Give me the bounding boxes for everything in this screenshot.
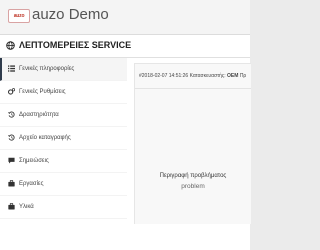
sidebar-item-tasks[interactable]: Εργασίες [0,173,127,196]
sidebar-item-activity[interactable]: Δραστηριότητα [0,104,127,127]
problem-description-label: Περιγραφή προβλήματος [159,173,227,179]
sidebar-item-materials[interactable]: Υλικά [0,196,127,219]
service-details-panel: ΛΕΠΤΟΜΕΡΕΙΕΣ SERVICE Γενικές πληροφορίες… [0,35,251,250]
sidebar-item-label: Γενικές πληροφορίες [19,66,75,72]
top-bar: auzo auzo Demo [0,0,250,35]
sidebar-item-general-info[interactable]: Γενικές πληροφορίες [0,58,127,81]
app-title: auzo Demo [32,6,109,23]
history-icon [8,111,15,118]
record-suffix: Πρ [239,73,247,79]
record-summary: #2018-02-07 14:51:26 Κατασκευαστής: OEM … [139,73,246,79]
sidebar-item-label: Σημειώσεις [19,158,49,164]
detail-content: #2018-02-07 14:51:26 Κατασκευαστής: OEM … [134,63,251,224]
sidebar-item-label: Αρχείο καταγραφής [19,135,71,141]
gears-icon [8,88,15,95]
logo-text: auzo [13,13,25,19]
manufacturer-value: OEM [227,73,239,79]
content-divider [135,88,251,89]
sidebar-item-general-settings[interactable]: Γενικές Ρυθμίσεις [0,81,127,104]
panel-title: ΛΕΠΤΟΜΕΡΕΙΕΣ SERVICE [19,40,132,50]
sidebar-nav: Γενικές πληροφορίες Γενικές Ρυθμίσεις Δρ… [0,58,127,219]
panel-header: ΛΕΠΤΟΜΕΡΕΙΕΣ SERVICE [0,35,250,58]
sidebar-item-label: Υλικά [19,204,34,210]
sidebar-item-label: Δραστηριότητα [19,112,59,118]
record-timestamp-manufacturer: #2018-02-07 14:51:26 Κατασκευαστής: [139,73,226,79]
sidebar-item-label: Εργασίες [19,181,44,187]
sidebar-item-label: Γενικές Ρυθμίσεις [19,89,66,95]
list-icon [8,65,15,72]
sidebar-item-log[interactable]: Αρχείο καταγραφής [0,127,127,150]
comment-icon [8,157,15,164]
sidebar-item-notes[interactable]: Σημειώσεις [0,150,127,173]
briefcase-icon [8,203,15,210]
problem-description-value: problem [181,183,205,190]
app-logo[interactable]: auzo [8,9,30,23]
globe-icon [6,41,15,50]
briefcase-icon [8,180,15,187]
history-icon [8,134,15,141]
